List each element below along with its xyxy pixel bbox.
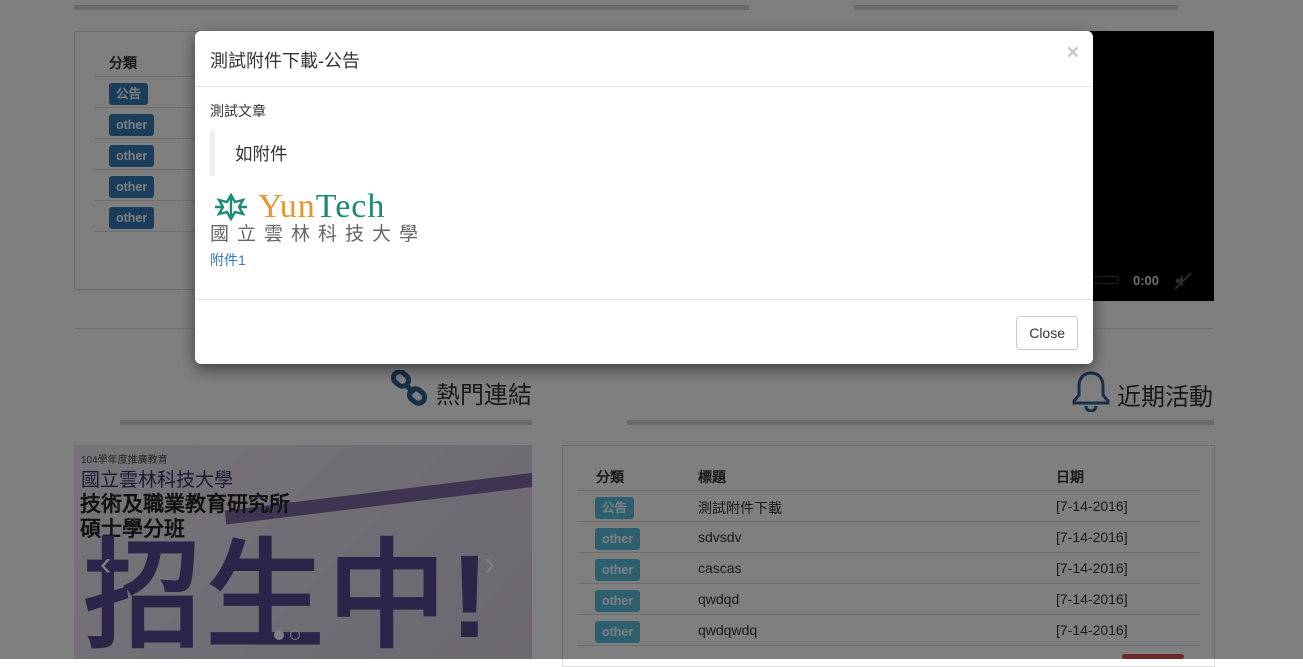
close-icon[interactable]: × bbox=[1067, 41, 1079, 65]
modal-title: 測試附件下載-公告 bbox=[210, 51, 360, 71]
modal-body: 測試文章 如附件 YunTech 國立雲林科技大學 附件1 bbox=[210, 101, 1078, 270]
modal-header: 測試附件下載-公告 × bbox=[195, 31, 1093, 87]
attachment-link[interactable]: 附件1 bbox=[210, 250, 246, 270]
article-title: 測試文章 bbox=[210, 103, 266, 119]
close-button[interactable]: Close bbox=[1016, 316, 1078, 350]
modal-footer: Close bbox=[195, 299, 1093, 365]
logo-text-cn: 國立雲林科技大學 bbox=[210, 224, 427, 245]
yuntech-logo-icon: YunTech 國立雲林科技大學 bbox=[210, 188, 446, 245]
announcement-modal: 測試附件下載-公告 × 測試文章 如附件 YunTech 國立雲林科技大學 附件… bbox=[195, 31, 1093, 364]
article-quote: 如附件 bbox=[210, 131, 1078, 176]
